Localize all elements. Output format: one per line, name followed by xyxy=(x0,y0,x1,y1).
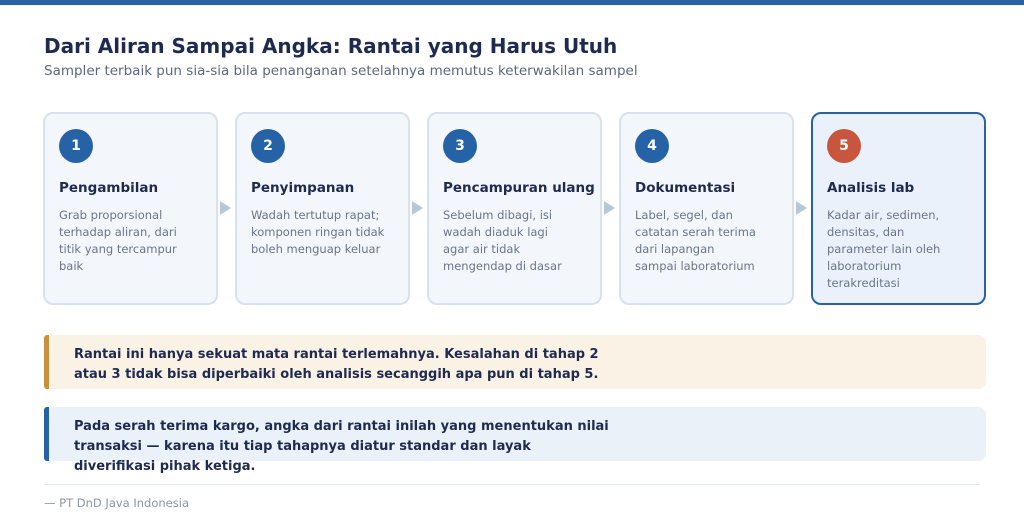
step-title: Analisis lab xyxy=(827,180,915,196)
step-title: Pencampuran ulang xyxy=(443,180,595,196)
page-subtitle: Sampler terbaik pun sia-sia bila penanga… xyxy=(44,63,638,79)
step-card-4: 4 Dokumentasi Label, segel, dan catatan … xyxy=(619,112,794,305)
arrow-right-icon xyxy=(412,201,423,215)
step-description: Label, segel, dan catatan serah terima d… xyxy=(635,208,756,273)
warning-callout: Rantai ini hanya sekuat mata rantai terl… xyxy=(44,335,986,389)
step-card-3: 3 Pencampuran ulang Sebelum dibagi, isi … xyxy=(427,112,602,305)
step-card-2: 2 Penyimpanan Wadah tertutup rapat; komp… xyxy=(235,112,410,305)
step-title: Dokumentasi xyxy=(635,180,736,196)
step-number-badge: 4 xyxy=(635,129,669,163)
callout-accent-bar xyxy=(44,407,49,461)
step-description: Grab proporsional terhadap aliran, dari … xyxy=(59,208,177,273)
step-description: Wadah tertutup rapat; komponen ringan ti… xyxy=(251,208,385,256)
top-accent-bar xyxy=(0,0,1024,5)
info-callout: Pada serah terima kargo, angka dari rant… xyxy=(44,407,986,474)
step-card-1: 1 Pengambilan Grab proporsional terhadap… xyxy=(43,112,218,305)
step-number-badge: 5 xyxy=(827,129,861,163)
info-callout-text: Pada serah terima kargo, angka dari rant… xyxy=(74,419,609,474)
step-description: Sebelum dibagi, isi wadah diaduk lagi ag… xyxy=(443,208,562,273)
step-card-5: 5 Analisis lab Kadar air, sedimen, densi… xyxy=(811,112,986,305)
step-number-badge: 3 xyxy=(443,129,477,163)
arrow-right-icon xyxy=(220,201,231,215)
callout-accent-bar xyxy=(44,335,49,389)
step-number-badge: 2 xyxy=(251,129,285,163)
footer-divider xyxy=(44,484,980,485)
footer-attribution: — PT DnD Java Indonesia xyxy=(44,496,189,510)
arrow-right-icon xyxy=(796,201,807,215)
step-number-badge: 1 xyxy=(59,129,93,163)
page-title: Dari Aliran Sampai Angka: Rantai yang Ha… xyxy=(44,34,618,58)
arrow-right-icon xyxy=(604,201,615,215)
step-description: Kadar air, sedimen, densitas, dan parame… xyxy=(827,208,941,290)
step-title: Pengambilan xyxy=(59,180,159,196)
warning-callout-text: Rantai ini hanya sekuat mata rantai terl… xyxy=(74,347,599,382)
step-title: Penyimpanan xyxy=(251,180,355,196)
